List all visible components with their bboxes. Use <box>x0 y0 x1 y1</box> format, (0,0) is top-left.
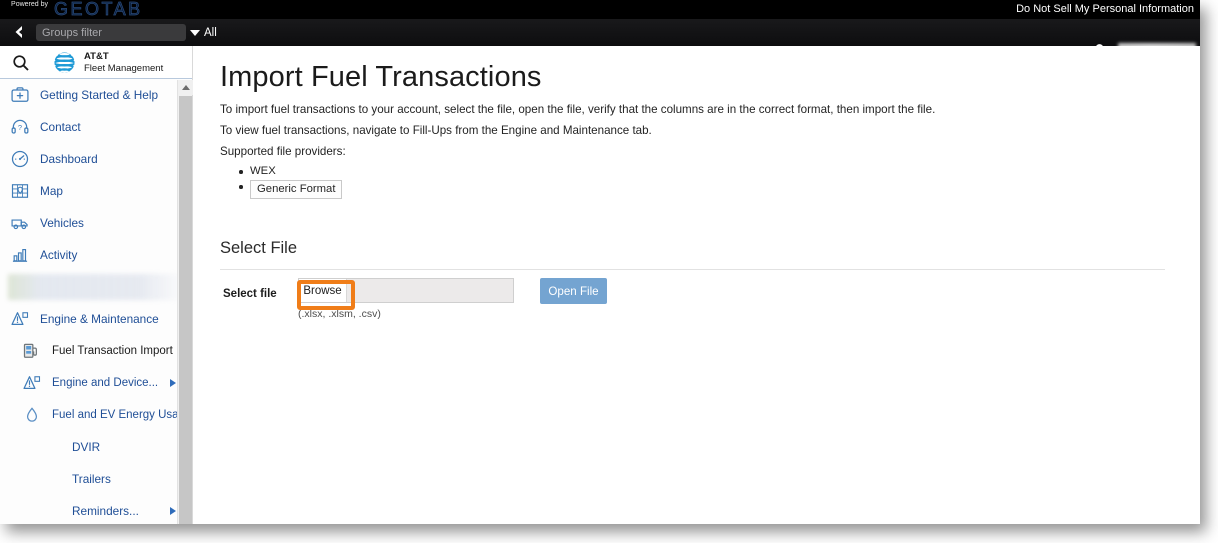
open-file-button[interactable]: Open File <box>540 278 607 304</box>
sidebar-nav: Getting Started & Help? Contact Dashboard M… <box>0 79 192 524</box>
sidebar-item-label: Dashboard <box>40 152 98 166</box>
caret-down-icon <box>190 29 200 36</box>
sidebar-item-fuel-and-ev-energy-usage[interactable]: Fuel and EV Energy Usage <box>0 399 192 431</box>
chevron-right-icon[interactable] <box>170 507 176 515</box>
sidebar-item-getting-started-help[interactable]: Getting Started & Help <box>0 79 192 111</box>
sidebar-item-reminders[interactable]: Reminders... <box>0 495 192 524</box>
supported-providers-label: Supported file providers: <box>220 145 346 158</box>
brand-text: AT&T Fleet Management <box>84 51 163 74</box>
group-scope-dropdown[interactable]: All <box>190 24 217 41</box>
sidebar-item-label: Map <box>40 184 63 198</box>
powered-by-label: Powered by <box>11 1 48 8</box>
svg-text:?: ? <box>18 123 22 132</box>
provider-item-generic: Generic Format <box>236 179 343 199</box>
page-title: Import Fuel Transactions <box>220 61 542 93</box>
sidebar-item-dvir[interactable]: DVIR <box>0 431 192 463</box>
sidebar-item-contact[interactable]: ? Contact <box>0 111 192 143</box>
gauge-icon <box>10 149 30 169</box>
intro-paragraph-1: To import fuel transactions to your acco… <box>220 103 936 116</box>
sidebar-item-trailers[interactable]: Trailers <box>0 463 192 495</box>
sidebar-item-label: Contact <box>40 120 81 134</box>
chevron-right-icon[interactable] <box>170 379 176 387</box>
sidebar-scrollbar[interactable] <box>177 80 193 524</box>
first-aid-kit-icon <box>10 85 30 105</box>
sidebar-item-engine-and-device[interactable]: Engine and Device... <box>0 367 192 399</box>
engine-warning-icon <box>22 373 42 393</box>
bar-chart-icon <box>10 245 30 265</box>
att-fleet-brand: AT&T Fleet Management <box>52 50 163 75</box>
file-picker: Browse <box>298 278 514 303</box>
sidebar-item-label: Reminders... <box>72 504 139 518</box>
select-file-section-title: Select File <box>220 239 298 257</box>
intro-paragraph-2: To view fuel transactions, navigate to F… <box>220 124 652 137</box>
truck-icon <box>10 213 30 233</box>
file-format-hint: (.xlsx, .xlsm, .csv) <box>298 308 381 320</box>
brand-line-2: Fleet Management <box>84 62 164 74</box>
sidebar-item-label: DVIR <box>72 440 101 454</box>
scroll-up-button[interactable] <box>178 80 193 95</box>
sidebar-header: AT&T Fleet Management <box>0 46 192 79</box>
sidebar-item-label: Fuel and EV Energy Usage <box>52 409 192 421</box>
do-not-sell-link[interactable]: Do Not Sell My Personal Information <box>1016 2 1194 16</box>
sidebar-item-engine-maintenance[interactable]: Engine & Maintenance <box>0 303 192 335</box>
sidebar-item-fuel-transaction-import[interactable]: Fuel Transaction Import <box>0 335 192 367</box>
sidebar-item-label: Getting Started & Help <box>40 88 159 102</box>
group-scope-label: All <box>204 26 217 39</box>
section-divider <box>220 269 1165 270</box>
provider-label-wex: WEX <box>250 165 276 177</box>
brand-line-1: AT&T <box>84 51 109 62</box>
branding-bar: Powered by GEOTAB Do Not Sell My Persona… <box>0 0 1200 19</box>
chevron-up-icon <box>181 85 190 90</box>
groups-filter-input[interactable] <box>36 24 186 41</box>
sidebar-item-map[interactable]: Map <box>0 175 192 207</box>
att-globe-icon <box>52 50 77 75</box>
engine-warning-icon <box>10 309 30 329</box>
browse-button[interactable]: Browse <box>299 279 347 302</box>
fuel-drop-icon <box>22 405 42 425</box>
sidebar-item-label: Engine and Device... <box>52 377 159 389</box>
geotab-logo: GEOTAB <box>54 0 143 19</box>
sidebar-item-vehicles[interactable]: Vehicles <box>0 207 192 239</box>
provider-item-wex: WEX <box>236 164 342 179</box>
file-path-input[interactable] <box>347 279 513 302</box>
navigation-bar: All Support Attsalesdemo 0 Notifications <box>0 19 1200 60</box>
sidebar-item-redacted[interactable] <box>8 274 184 300</box>
sidebar-item-label: Fuel Transaction Import <box>52 345 173 357</box>
sidebar: AT&T Fleet Management Getting Started & … <box>0 46 193 524</box>
sidebar-item-label: Activity <box>40 248 78 262</box>
supported-providers-list: WEX Generic Format <box>236 164 343 199</box>
sidebar-item-activity[interactable]: Activity <box>0 239 192 271</box>
map-pin-grid-icon <box>10 181 30 201</box>
search-icon[interactable] <box>11 53 31 73</box>
main-content: Import Fuel Transactions To import fuel … <box>194 46 1200 524</box>
generic-format-link[interactable]: Generic Format <box>250 180 343 199</box>
headset-question-icon: ? <box>10 117 30 137</box>
back-chevron-icon[interactable] <box>11 24 27 40</box>
fuel-pump-icon <box>22 341 42 361</box>
sidebar-item-label: Engine & Maintenance <box>40 312 159 326</box>
app-frame: Powered by GEOTAB Do Not Sell My Persona… <box>0 0 1200 524</box>
sidebar-item-label: Vehicles <box>40 216 84 230</box>
screenshot-root: Powered by GEOTAB Do Not Sell My Persona… <box>0 0 1218 543</box>
sidebar-item-dashboard[interactable]: Dashboard <box>0 143 192 175</box>
select-file-label: Select file <box>223 288 277 300</box>
sidebar-item-label: Trailers <box>72 472 111 486</box>
scrollbar-thumb[interactable] <box>179 96 192 524</box>
